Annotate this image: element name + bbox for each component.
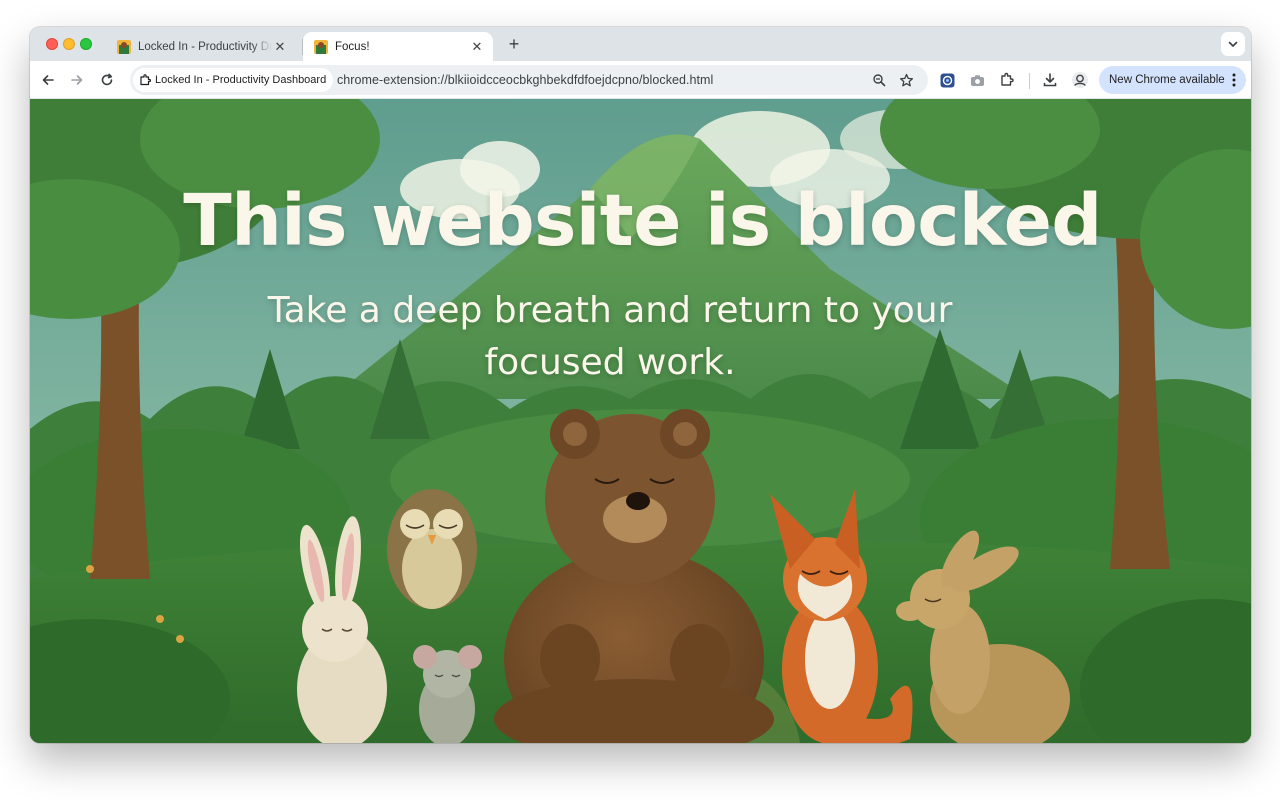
tab-close-icon[interactable]: ✕ (469, 39, 485, 55)
favicon-icon (117, 39, 131, 54)
new-tab-button[interactable]: + (504, 34, 524, 54)
tab-focus[interactable]: Focus! ✕ (303, 32, 493, 61)
zoom-button[interactable] (869, 70, 889, 90)
puzzle-icon (1001, 72, 1014, 86)
camera-icon (970, 74, 984, 86)
download-icon (1043, 73, 1057, 87)
tab-search-button[interactable] (1221, 32, 1245, 56)
site-info-chip[interactable]: Locked In - Productivity Dashboard (133, 68, 334, 92)
zoom-window-button[interactable] (80, 38, 92, 50)
tab-title: Locked In - Productivity Dashboard (138, 40, 272, 53)
tab-close-icon[interactable]: ✕ (272, 39, 288, 55)
back-button[interactable] (36, 68, 60, 92)
site-info-label: Locked In - Productivity Dashboard (155, 74, 327, 86)
extension-page-icon (140, 74, 151, 86)
blocked-headline: This website is blocked (183, 179, 1102, 262)
new-chrome-available-button[interactable]: New Chrome available (1099, 66, 1246, 94)
favicon-icon (314, 39, 328, 54)
owl-illustration (387, 489, 477, 609)
extensions-menu-button[interactable] (995, 68, 1019, 92)
toolbar: Locked In - Productivity Dashboard chrom… (30, 61, 1251, 99)
zoom-icon (873, 74, 886, 87)
blocked-message: Take a deep breath and return to your fo… (267, 290, 953, 383)
more-vert-icon[interactable] (1232, 73, 1236, 87)
address-bar[interactable]: Locked In - Productivity Dashboard chrom… (130, 65, 928, 95)
tab-strip: Locked In - Productivity Dashboard ✕ Foc… (30, 27, 1251, 61)
downloads-button[interactable] (1038, 68, 1062, 92)
minimize-window-button[interactable] (63, 38, 75, 50)
reload-icon (101, 73, 113, 86)
reload-button[interactable] (95, 68, 119, 92)
back-icon (42, 75, 54, 85)
screenshot-button[interactable] (965, 68, 989, 92)
extension-blue-icon (940, 73, 954, 87)
forward-button[interactable] (65, 68, 89, 92)
toolbar-divider (1029, 73, 1030, 89)
tab-title: Focus! (335, 40, 370, 53)
bookmark-button[interactable] (896, 70, 916, 90)
url-text[interactable]: chrome-extension://blkiioidcceocbkghbekd… (337, 73, 713, 87)
tab-productivity-dashboard[interactable]: Locked In - Productivity Dashboard ✕ (106, 32, 296, 61)
update-label: New Chrome available (1109, 74, 1225, 86)
profile-button[interactable] (1068, 68, 1092, 92)
profile-icon (1072, 72, 1088, 88)
forward-icon (71, 75, 83, 85)
bookmark-star-icon (899, 73, 913, 86)
browser-window: Locked In - Productivity Dashboard ✕ Foc… (30, 27, 1251, 743)
close-window-button[interactable] (46, 38, 58, 50)
blocked-page: This website is blocked Take a deep brea… (30, 99, 1251, 743)
extension-button[interactable] (935, 68, 959, 92)
tab-search-chevron-icon (1228, 41, 1238, 47)
